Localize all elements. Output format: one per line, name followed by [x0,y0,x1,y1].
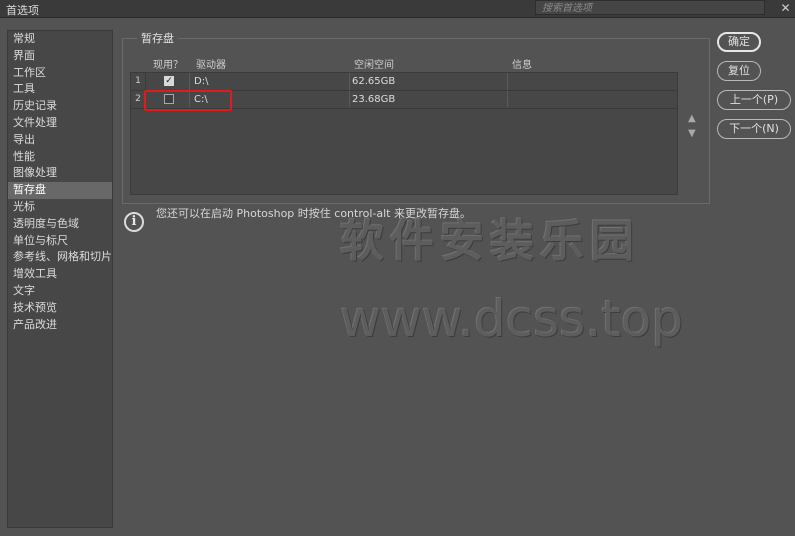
column-free-space: 空闲空间 [354,60,394,71]
sidebar-item-units-rulers[interactable]: 单位与标尺 [8,233,112,250]
sidebar-item-workspace[interactable]: 工作区 [8,65,112,82]
down-arrow-icon[interactable]: ▼ [688,128,696,139]
close-icon[interactable]: ✕ [776,0,795,16]
sidebar-item-tech-previews[interactable]: 技术预览 [8,300,112,317]
up-arrow-icon[interactable]: ▲ [688,113,696,124]
previous-button[interactable]: 上一个(P) [717,90,791,110]
group-title: 暂存盘 [137,30,178,46]
search-input[interactable] [536,2,764,15]
sidebar-item-performance[interactable]: 性能 [8,149,112,166]
free-space-cell: 62.65GB [352,76,396,87]
row-number: 1 [131,73,146,90]
window-title: 首选项 [6,4,39,17]
ok-button[interactable]: 确定 [717,32,761,52]
column-info: 信息 [512,60,532,71]
sidebar-item-product-improvement[interactable]: 产品改进 [8,317,112,334]
sidebar-item-history[interactable]: 历史记录 [8,98,112,115]
title-bar: 首选项 ✕ [0,0,795,18]
column-drive: 驱动器 [196,60,226,71]
info-text: 您还可以在启动 Photoshop 时按住 control-alt 来更改暂存盘… [156,207,471,220]
sidebar-item-export[interactable]: 导出 [8,132,112,149]
sidebar: 常规 界面 工作区 工具 历史记录 文件处理 导出 性能 图像处理 暂存盘 光标… [7,30,113,528]
watermark-url: www.dcss.top [340,290,684,348]
sidebar-item-tools[interactable]: 工具 [8,81,112,98]
sidebar-item-general[interactable]: 常规 [8,31,112,48]
sidebar-item-interface[interactable]: 界面 [8,48,112,65]
search-box[interactable] [535,0,765,15]
table-row[interactable]: 1 ✓ D:\ 62.65GB [131,73,677,91]
sidebar-item-guides-grid[interactable]: 参考线、网格和切片 [8,249,112,266]
sidebar-item-file-handling[interactable]: 文件处理 [8,115,112,132]
checkmark-icon: ✓ [165,76,173,86]
checkbox-active[interactable]: ✓ [164,76,174,86]
sidebar-item-scratch-disks[interactable]: 暂存盘 [8,182,112,199]
sidebar-item-plugins[interactable]: 增效工具 [8,266,112,283]
drive-cell: D:\ [194,76,209,87]
info-icon: i [124,212,144,232]
column-active: 现用？ [153,60,183,71]
free-space-cell: 23.68GB [352,94,396,105]
sidebar-item-type[interactable]: 文字 [8,283,112,300]
sidebar-item-transparency[interactable]: 透明度与色域 [8,216,112,233]
reset-button[interactable]: 复位 [717,61,761,81]
highlight-box [144,90,232,111]
sidebar-item-cursors[interactable]: 光标 [8,199,112,216]
next-button[interactable]: 下一个(N) [717,119,791,139]
sidebar-item-image-processing[interactable]: 图像处理 [8,165,112,182]
